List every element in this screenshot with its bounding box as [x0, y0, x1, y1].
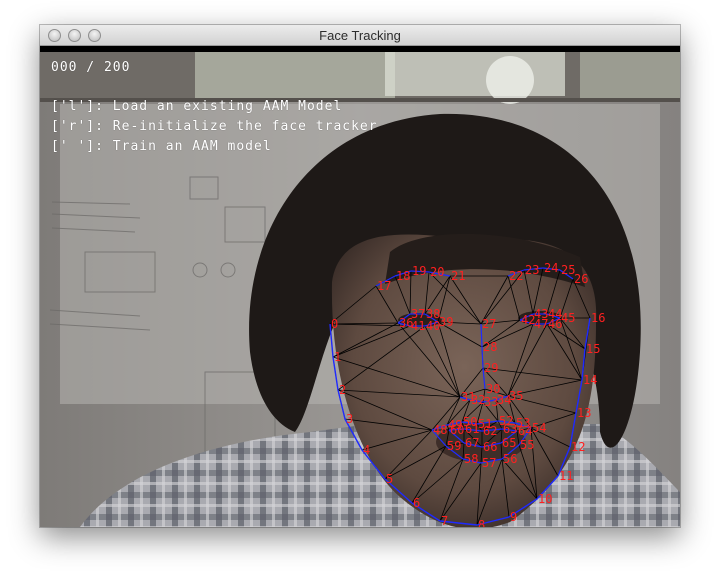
landmark-label: 7 [441, 514, 448, 527]
help-load-model: ['l']: Load an existing AAM Model [51, 99, 343, 114]
landmark-label: 59 [447, 439, 461, 453]
landmark-label: 57 [482, 456, 496, 470]
landmark-label: 61 [465, 422, 479, 436]
landmark-label: 65 [502, 436, 516, 450]
landmark-label: 1 [334, 350, 341, 364]
landmark-label: 8 [478, 518, 485, 527]
landmark-label: 21 [451, 269, 465, 283]
landmark-label: 35 [509, 389, 523, 403]
landmark-label: 48 [433, 423, 447, 437]
landmark-label: 41 [411, 319, 425, 333]
landmark-label: 18 [396, 269, 410, 283]
landmark-label: 12 [571, 440, 585, 454]
landmark-label: 19 [412, 264, 426, 278]
landmark-label: 66 [483, 440, 497, 454]
landmark-label: 14 [583, 373, 597, 387]
title-bar[interactable]: Face Tracking [40, 25, 680, 46]
landmark-label: 40 [426, 319, 440, 333]
landmark-label: 63 [503, 422, 517, 436]
landmark-label: 20 [430, 265, 444, 279]
landmark-label: 45 [561, 311, 575, 325]
landmark-label: 9 [510, 510, 517, 524]
landmark-label: 55 [520, 438, 534, 452]
landmark-label: 54 [532, 421, 546, 435]
landmark-label: 6 [413, 496, 420, 510]
landmark-label: 27 [482, 317, 496, 331]
landmark-label: 16 [591, 311, 605, 325]
landmark-label: 58 [464, 452, 478, 466]
camera-feed: 0 1 2 3 4 5 6 7 8 9 10 11 12 13 14 15 16 17 18 19 20 21 22 23 24… [40, 52, 680, 527]
frame-counter: 000 / 200 [51, 60, 131, 75]
landmark-label: 13 [577, 406, 591, 420]
landmark-label: 39 [439, 315, 453, 329]
landmark-label: 46 [548, 317, 562, 331]
landmark-label: 5 [386, 472, 393, 486]
landmark-label: 15 [586, 342, 600, 356]
landmark-label: 56 [503, 452, 517, 466]
landmark-label: 28 [483, 340, 497, 354]
landmark-label: 3 [346, 412, 353, 426]
landmark-label: 10 [538, 492, 552, 506]
landmark-label: 17 [377, 279, 391, 293]
landmark-label: 24 [544, 261, 558, 275]
window-title: Face Tracking [319, 28, 401, 43]
landmark-label: 2 [339, 383, 346, 397]
help-reinitialize-tracker: ['r']: Re-initialize the face tracker [51, 119, 378, 134]
landmark-label: 4 [363, 443, 370, 457]
help-train-model: [' ']: Train an AAM model [51, 139, 272, 154]
landmark-label: 23 [525, 263, 539, 277]
landmark-label: 62 [483, 424, 497, 438]
landmark-label: 26 [574, 272, 588, 286]
landmark-label: 64 [518, 424, 532, 438]
landmark-label: 60 [450, 423, 464, 437]
landmark-label: 22 [509, 269, 523, 283]
landmark-label: 47 [534, 317, 548, 331]
landmark-label: 67 [465, 436, 479, 450]
face-tracking-window: Face Tracking 0 1 2 3 4 5 6 7 8 9 10 11 … [40, 25, 680, 527]
landmark-label: 29 [484, 361, 498, 375]
landmark-label: 0 [331, 317, 338, 331]
landmark-label: 11 [559, 469, 573, 483]
